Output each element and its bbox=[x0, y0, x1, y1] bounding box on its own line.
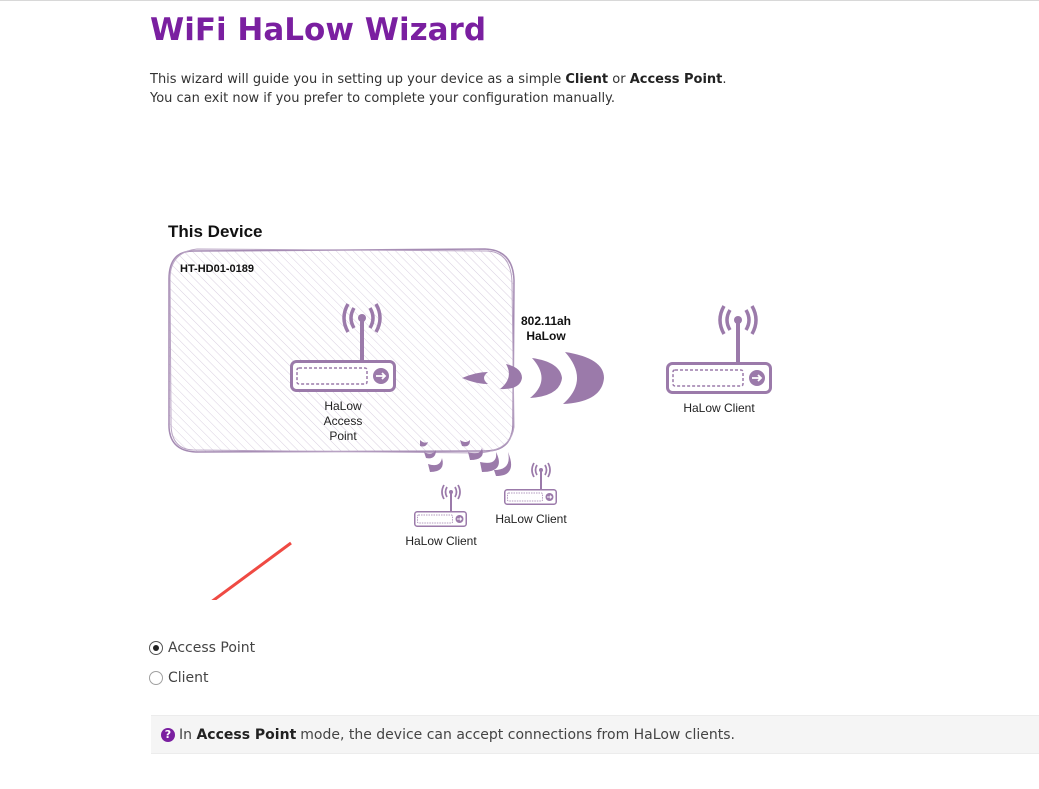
ap-label-line-3: Point bbox=[329, 429, 357, 443]
device-name: HT-HD01-0189 bbox=[180, 263, 254, 275]
network-diagram: This Device HT-HD01-0189 HaLow Access Po… bbox=[168, 222, 772, 600]
small-client-router-icon-1 bbox=[414, 484, 467, 527]
access-point-radio-label[interactable]: Access Point bbox=[168, 640, 255, 656]
diagram-heading: This Device bbox=[168, 222, 263, 241]
mode-option-access-point[interactable]: Access Point bbox=[149, 640, 255, 656]
client-radio[interactable] bbox=[149, 671, 163, 685]
client-radio-label[interactable]: Client bbox=[168, 670, 209, 686]
small-client-label-1: HaLow Client bbox=[405, 534, 477, 548]
link-label-line-1: 802.11ah bbox=[521, 314, 571, 328]
annotation-arrow bbox=[211, 541, 292, 600]
ap-label-line-2: Access bbox=[324, 414, 363, 428]
link-label-line-2: HaLow bbox=[526, 329, 566, 343]
small-client-label-2: HaLow Client bbox=[495, 512, 567, 526]
info-mode-term: Access Point bbox=[196, 726, 297, 743]
info-description: mode, the device can accept connections … bbox=[300, 726, 735, 743]
small-client-router-icon-2 bbox=[504, 462, 557, 505]
mode-info-box: ? In Access Point mode, the device can a… bbox=[151, 715, 1039, 754]
right-client-router-icon bbox=[666, 306, 772, 394]
mode-option-client[interactable]: Client bbox=[149, 670, 209, 686]
right-client-label: HaLow Client bbox=[683, 401, 755, 415]
question-circle-icon: ? bbox=[161, 727, 175, 742]
access-point-radio[interactable] bbox=[149, 641, 163, 655]
ap-label-line-1: HaLow bbox=[324, 399, 362, 413]
